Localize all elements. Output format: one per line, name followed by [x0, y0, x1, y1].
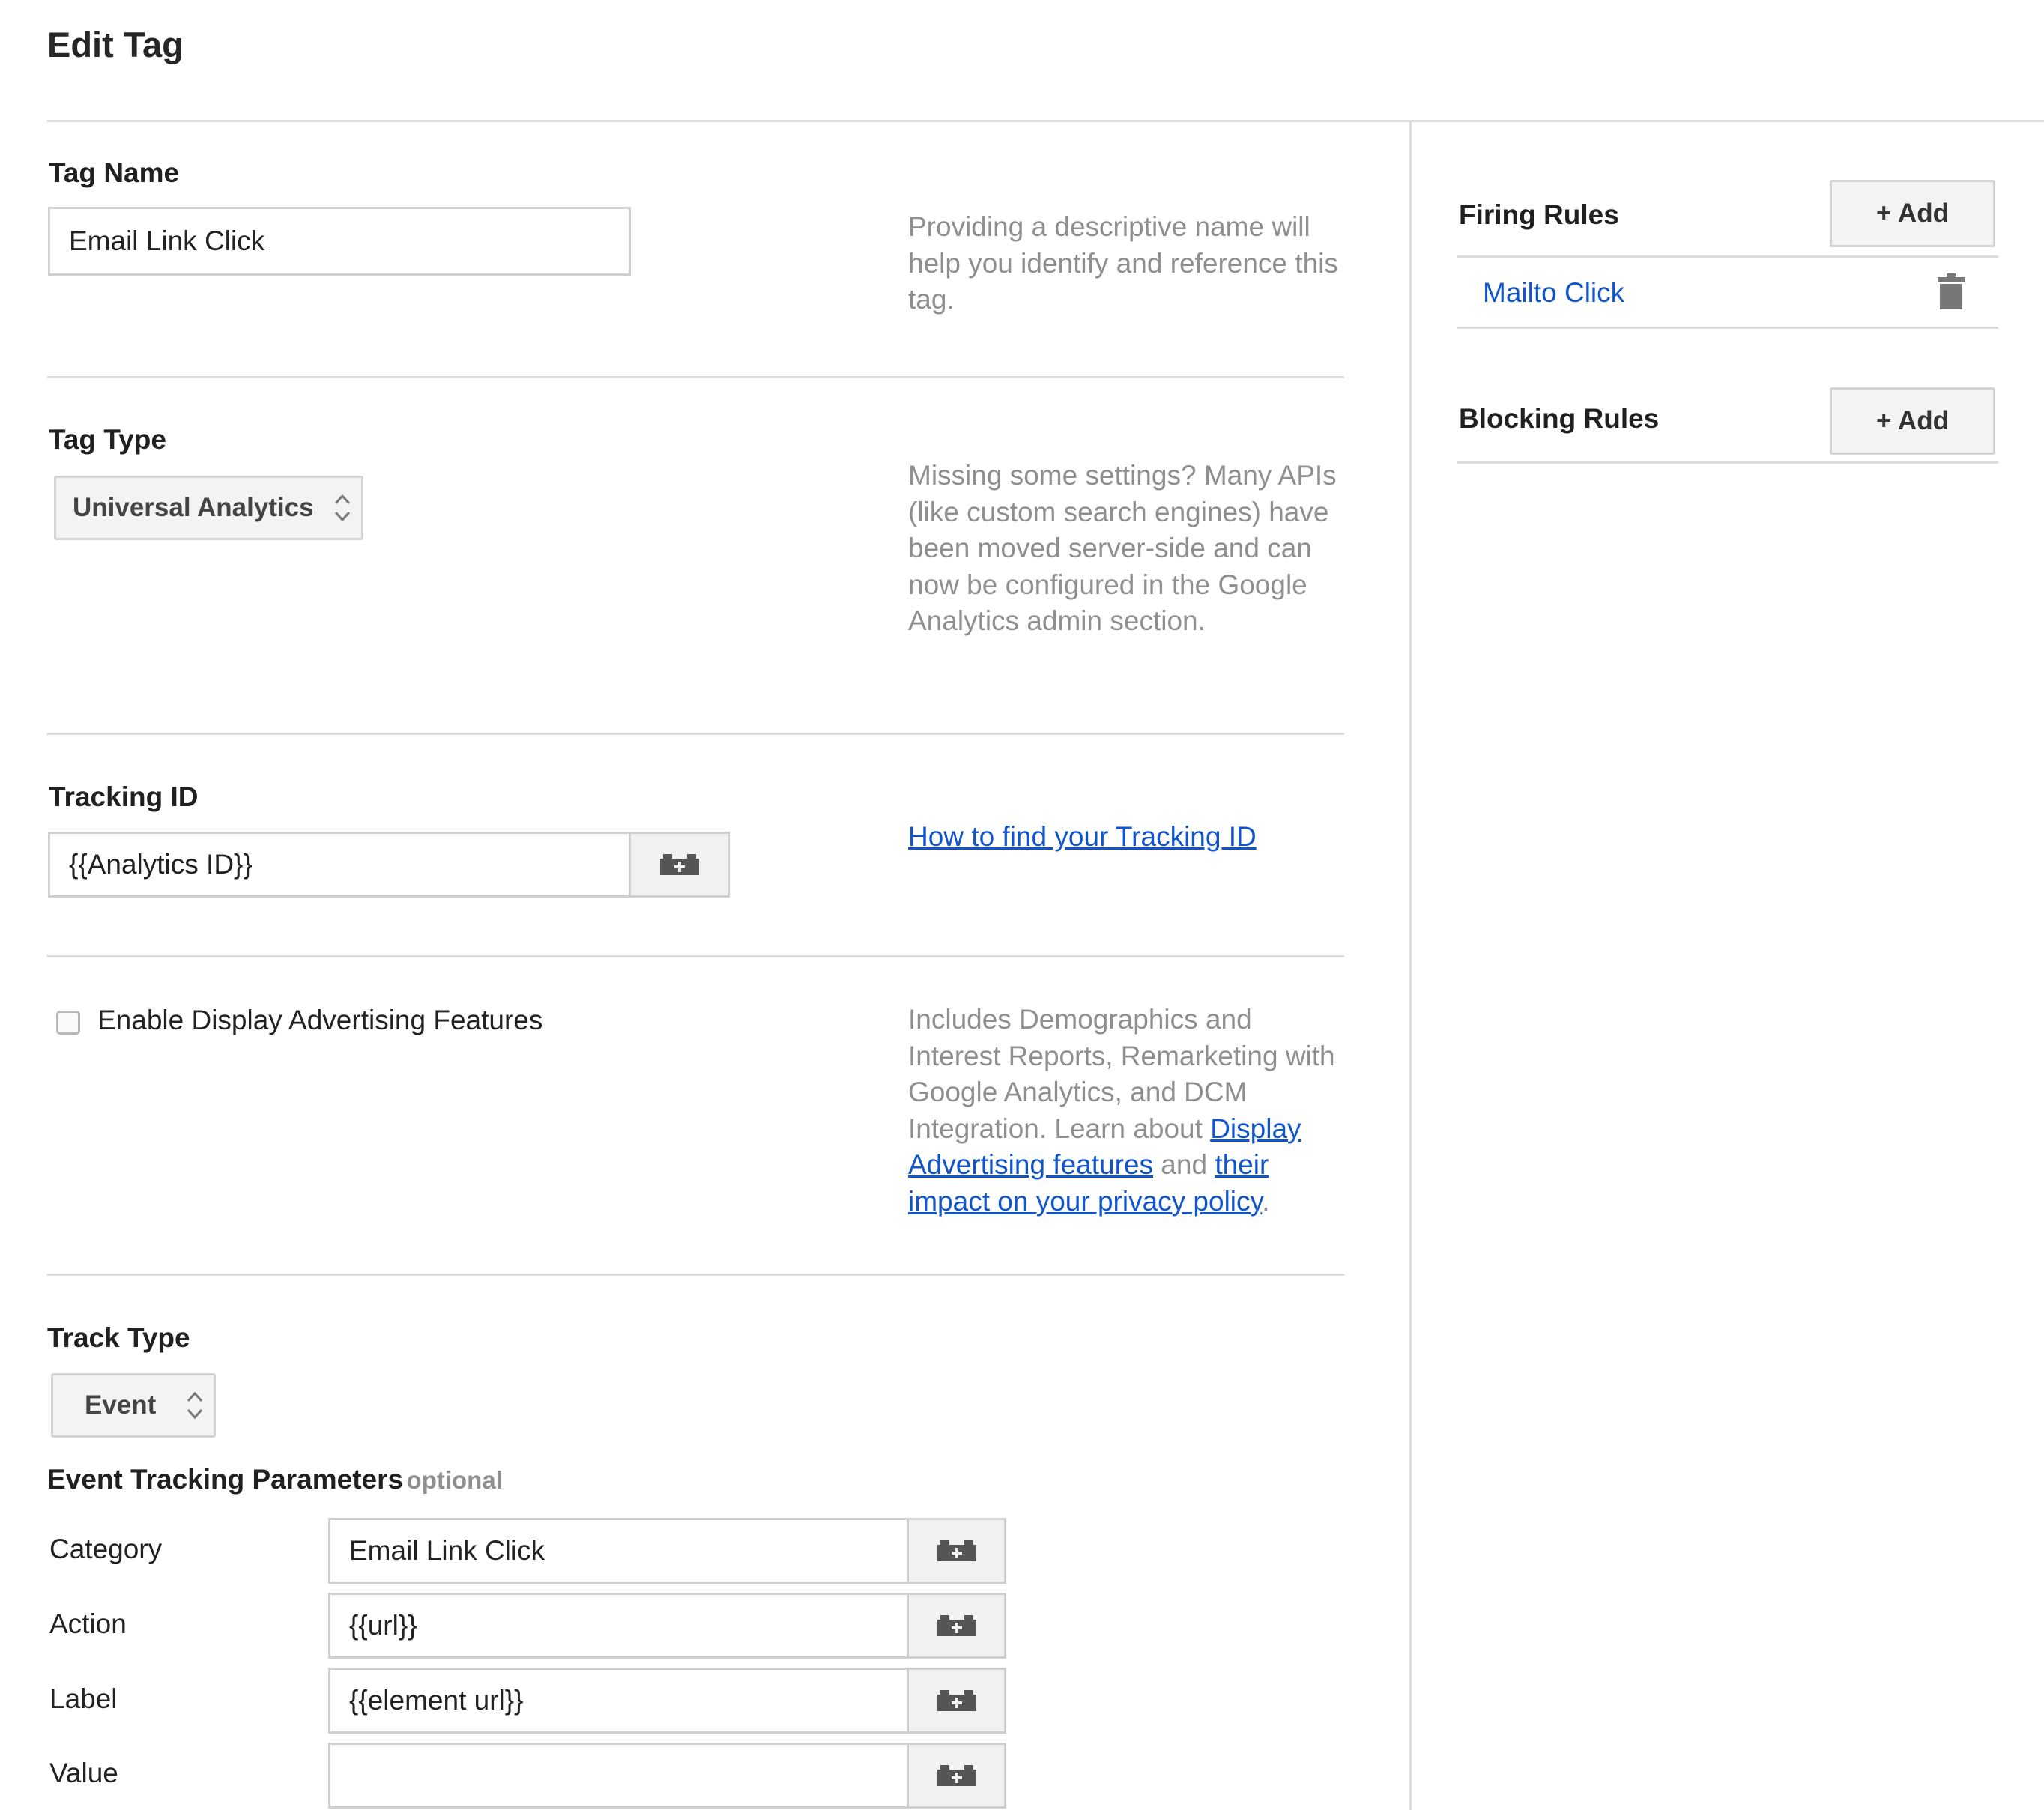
variable-picker-icon: [659, 854, 699, 875]
param-input-action[interactable]: [328, 1593, 909, 1659]
blocking-rules-label: Blocking Rules: [1459, 403, 1660, 434]
tag-type-label: Tag Type: [49, 424, 166, 455]
tag-name-input[interactable]: [48, 207, 631, 276]
param-input-category[interactable]: [328, 1518, 909, 1584]
blocking-rules-add-button[interactable]: + Add: [1830, 387, 1995, 455]
firing-rules-item-divider: [1457, 327, 1998, 329]
display-advertising-help: Includes Demographics and Interest Repor…: [908, 1002, 1343, 1220]
param-label-action: Action: [49, 1608, 127, 1639]
display-advertising-label: Enable Display Advertising Features: [97, 1005, 543, 1035]
param-label-value: Value: [49, 1758, 118, 1788]
section-divider: [47, 733, 1344, 735]
param-variable-button-category[interactable]: [909, 1518, 1006, 1584]
up-down-arrows-icon: [187, 1391, 203, 1420]
tag-name-label: Tag Name: [49, 157, 180, 188]
event-params-optional: optional: [406, 1466, 503, 1494]
tag-name-help: Providing a descriptive name will help y…: [908, 211, 1338, 315]
tag-type-help: Missing some settings? Many APIs (like c…: [908, 460, 1337, 636]
event-params-title: Event Tracking Parameters: [47, 1464, 404, 1495]
track-type-select[interactable]: Event: [51, 1373, 216, 1438]
section-divider: [47, 1274, 1344, 1276]
firing-rules-add-button[interactable]: + Add: [1830, 180, 1995, 247]
tracking-id-label: Tracking ID: [49, 781, 199, 812]
display-advertising-help-mid: and: [1153, 1149, 1215, 1180]
tracking-id-input[interactable]: [48, 832, 631, 898]
display-advertising-checkbox[interactable]: [56, 1011, 80, 1035]
variable-picker-icon: [937, 1615, 976, 1636]
variable-picker-icon: [937, 1765, 976, 1786]
tag-type-selected: Universal Analytics: [73, 493, 314, 522]
firing-rules-divider: [1457, 255, 1998, 258]
blocking-rules-divider: [1457, 461, 1998, 464]
param-variable-button-action[interactable]: [909, 1593, 1006, 1659]
variable-picker-icon: [937, 1540, 976, 1561]
param-label-category: Category: [49, 1534, 163, 1564]
track-type-label: Track Type: [47, 1322, 190, 1353]
firing-rule-link[interactable]: Mailto Click: [1483, 274, 1624, 312]
param-input-label[interactable]: [328, 1668, 909, 1734]
page-title: Edit Tag: [47, 25, 184, 64]
param-input-value[interactable]: [328, 1743, 909, 1809]
trash-icon[interactable]: [1936, 273, 1966, 309]
up-down-arrows-icon: [334, 494, 351, 522]
section-divider: [47, 955, 1344, 957]
param-variable-button-label[interactable]: [909, 1668, 1006, 1734]
tracking-id-help-link[interactable]: How to find your Tracking ID: [908, 818, 1257, 856]
header-divider: [47, 120, 2044, 122]
firing-rules-label: Firing Rules: [1459, 199, 1619, 230]
column-divider: [1409, 122, 1412, 1810]
param-variable-button-value[interactable]: [909, 1743, 1006, 1809]
param-label-label: Label: [49, 1683, 118, 1714]
tracking-id-variable-button[interactable]: [631, 832, 730, 898]
track-type-selected: Event: [85, 1390, 157, 1420]
variable-picker-icon: [937, 1690, 976, 1711]
section-divider: [47, 376, 1344, 378]
tag-type-select[interactable]: Universal Analytics: [54, 476, 363, 540]
event-params-heading: Event Tracking Parameters optional: [47, 1461, 503, 1504]
display-advertising-help-suffix: .: [1262, 1185, 1270, 1217]
